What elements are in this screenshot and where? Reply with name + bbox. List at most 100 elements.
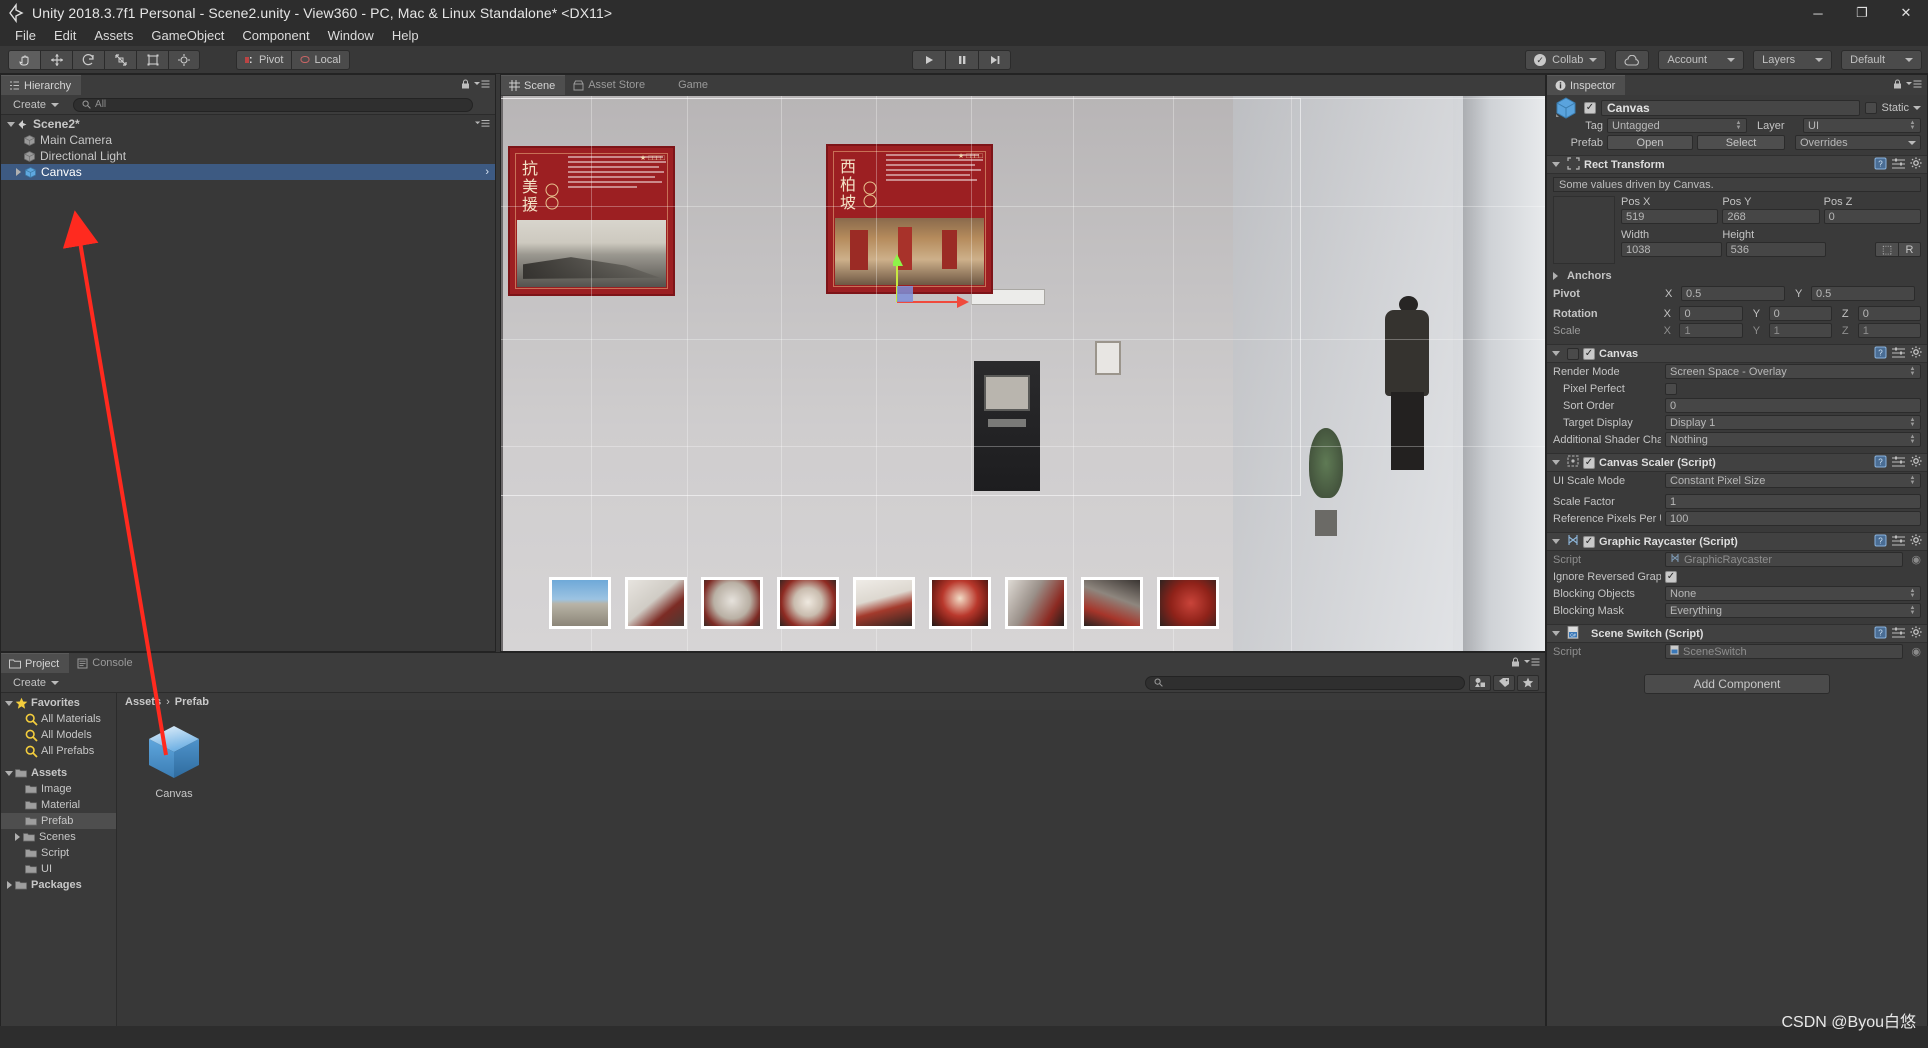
help-icon[interactable]: ? bbox=[1874, 455, 1887, 471]
blocking-mask-dropdown[interactable]: Everything ▲ ▼ bbox=[1665, 603, 1921, 618]
menu-gameobject[interactable]: GameObject bbox=[142, 26, 233, 46]
step-button[interactable] bbox=[978, 50, 1011, 70]
raycaster-script-field[interactable]: GraphicRaycaster bbox=[1665, 552, 1904, 567]
project-tree-scenes[interactable]: Scenes bbox=[1, 829, 116, 845]
project-tree-favorites[interactable]: Favorites bbox=[1, 695, 116, 711]
scale-x-field[interactable]: 1 bbox=[1679, 323, 1743, 338]
tab-asset-store[interactable]: Asset Store bbox=[565, 75, 656, 95]
object-picker-icon[interactable]: ◉ bbox=[1911, 645, 1921, 658]
rot-y-field[interactable]: 0 bbox=[1768, 306, 1832, 321]
tab-game[interactable]: Game bbox=[655, 75, 719, 95]
object-enabled-checkbox[interactable]: ✓ bbox=[1584, 101, 1596, 114]
hierarchy-create-button[interactable]: Create bbox=[5, 97, 67, 113]
pos-z-field[interactable]: 0 bbox=[1823, 209, 1921, 224]
gear-icon[interactable] bbox=[1910, 346, 1922, 361]
hand-tool-button[interactable] bbox=[8, 49, 40, 70]
lock-icon[interactable] bbox=[461, 78, 470, 92]
scale-tool-button[interactable] bbox=[104, 49, 136, 70]
canvas-enabled-checkbox[interactable]: ✓ bbox=[1583, 347, 1595, 360]
gear-icon[interactable] bbox=[1910, 534, 1922, 549]
menu-help[interactable]: Help bbox=[383, 26, 428, 46]
menu-file[interactable]: File bbox=[6, 26, 45, 46]
preset-icon[interactable] bbox=[1892, 158, 1905, 172]
project-tree-packages[interactable]: Packages bbox=[1, 877, 116, 893]
ignore-reversed-checkbox[interactable]: ✓ bbox=[1665, 570, 1677, 583]
scenes-expand-toggle[interactable] bbox=[11, 833, 23, 841]
reference-pixels-field[interactable]: 100 bbox=[1665, 511, 1921, 526]
scene-switch-script-field[interactable]: SceneSwitch bbox=[1665, 644, 1904, 659]
collapse-triangle-icon[interactable] bbox=[1552, 460, 1560, 465]
preset-icon[interactable] bbox=[1892, 535, 1905, 549]
menu-edit[interactable]: Edit bbox=[45, 26, 85, 46]
canvas-scaler-enabled-checkbox[interactable]: ✓ bbox=[1583, 456, 1595, 469]
preset-icon[interactable] bbox=[1892, 456, 1905, 470]
pause-button[interactable] bbox=[945, 50, 978, 70]
hierarchy-row-canvas[interactable]: Canvas › bbox=[1, 164, 495, 180]
component-header-rect-transform[interactable]: Rect Transform ? bbox=[1547, 155, 1927, 174]
thumbnail-item[interactable] bbox=[1081, 577, 1143, 629]
layer-dropdown[interactable]: UI ▲ ▼ bbox=[1803, 118, 1921, 133]
component-header-canvas[interactable]: ✓ Canvas ? bbox=[1547, 344, 1927, 363]
project-tree-script[interactable]: Script bbox=[1, 845, 116, 861]
move-gizmo[interactable] bbox=[891, 246, 973, 316]
asset-item-canvas[interactable]: Canvas bbox=[135, 724, 213, 800]
collapse-triangle-icon[interactable] bbox=[1552, 162, 1560, 167]
prefab-open-chevron-icon[interactable]: › bbox=[485, 166, 489, 178]
collapse-triangle-icon[interactable] bbox=[1552, 539, 1560, 544]
ui-scale-mode-dropdown[interactable]: Constant Pixel Size ▲ ▼ bbox=[1665, 473, 1921, 488]
gear-icon[interactable] bbox=[1910, 626, 1922, 641]
pivot-y-field[interactable]: 0.5 bbox=[1811, 286, 1915, 301]
filter-by-label-button[interactable] bbox=[1493, 674, 1515, 691]
layers-dropdown[interactable]: Layers bbox=[1753, 50, 1833, 70]
project-tree-image[interactable]: Image bbox=[1, 781, 116, 797]
project-tree-all-materials[interactable]: All Materials bbox=[1, 711, 116, 727]
tab-project[interactable]: Project bbox=[1, 653, 70, 673]
thumbnail-item[interactable] bbox=[549, 577, 611, 629]
thumbnail-item[interactable] bbox=[625, 577, 687, 629]
move-tool-button[interactable] bbox=[40, 49, 72, 70]
rotate-tool-button[interactable] bbox=[72, 49, 104, 70]
scene-viewport[interactable]: 抗 美 援 ★ □□□□ 西 柏 坡 ★ □□□□ bbox=[501, 96, 1545, 651]
prefab-select-button[interactable]: Select bbox=[1697, 135, 1785, 150]
scale-z-field[interactable]: 1 bbox=[1857, 323, 1922, 338]
rot-z-field[interactable]: 0 bbox=[1857, 306, 1922, 321]
thumbnail-item[interactable] bbox=[1005, 577, 1067, 629]
chevron-down-icon[interactable] bbox=[1913, 105, 1921, 110]
lock-icon[interactable] bbox=[1511, 656, 1520, 670]
canvas-expand-toggle[interactable] bbox=[13, 168, 24, 176]
rect-tool-button[interactable] bbox=[136, 49, 168, 70]
rot-x-field[interactable]: 0 bbox=[1679, 306, 1743, 321]
blueprint-mode-button[interactable]: ⬚ bbox=[1875, 242, 1900, 257]
object-name-field[interactable]: Canvas bbox=[1601, 99, 1861, 116]
prefab-overrides-dropdown[interactable]: Overrides bbox=[1795, 135, 1921, 150]
menu-window[interactable]: Window bbox=[319, 26, 383, 46]
collapse-triangle-icon[interactable] bbox=[1552, 631, 1560, 636]
help-icon[interactable]: ? bbox=[1874, 346, 1887, 362]
project-tree-all-models[interactable]: All Models bbox=[1, 727, 116, 743]
project-search-input[interactable] bbox=[1145, 675, 1465, 690]
blocking-objects-dropdown[interactable]: None ▲ ▼ bbox=[1665, 586, 1921, 601]
help-icon[interactable]: ? bbox=[1874, 534, 1887, 550]
local-toggle[interactable]: Local bbox=[291, 49, 350, 70]
raw-edit-button[interactable]: R bbox=[1899, 242, 1922, 257]
help-icon[interactable]: ? bbox=[1874, 626, 1887, 642]
anchors-expand-icon[interactable] bbox=[1553, 272, 1558, 280]
anchors-row[interactable]: Anchors bbox=[1547, 267, 1927, 285]
pivot-toggle[interactable]: Pivot bbox=[236, 49, 292, 70]
layout-dropdown[interactable]: Default bbox=[1841, 50, 1922, 70]
project-tree-material[interactable]: Material bbox=[1, 797, 116, 813]
thumbnail-item[interactable] bbox=[929, 577, 991, 629]
account-dropdown[interactable]: Account bbox=[1658, 50, 1745, 70]
collapse-triangle-icon[interactable] bbox=[1552, 351, 1560, 356]
gear-icon[interactable] bbox=[1910, 157, 1922, 172]
thumbnail-item[interactable] bbox=[777, 577, 839, 629]
pos-x-field[interactable]: 519 bbox=[1621, 209, 1719, 224]
minimize-button[interactable]: ─ bbox=[1796, 0, 1840, 26]
object-picker-icon[interactable]: ◉ bbox=[1911, 553, 1921, 566]
pos-y-field[interactable]: 268 bbox=[1722, 209, 1820, 224]
thumbnail-item[interactable] bbox=[701, 577, 763, 629]
preset-icon[interactable] bbox=[1892, 627, 1905, 641]
breadcrumb-assets[interactable]: Assets bbox=[125, 696, 161, 708]
static-checkbox[interactable] bbox=[1865, 101, 1878, 114]
gear-icon[interactable] bbox=[1910, 455, 1922, 470]
